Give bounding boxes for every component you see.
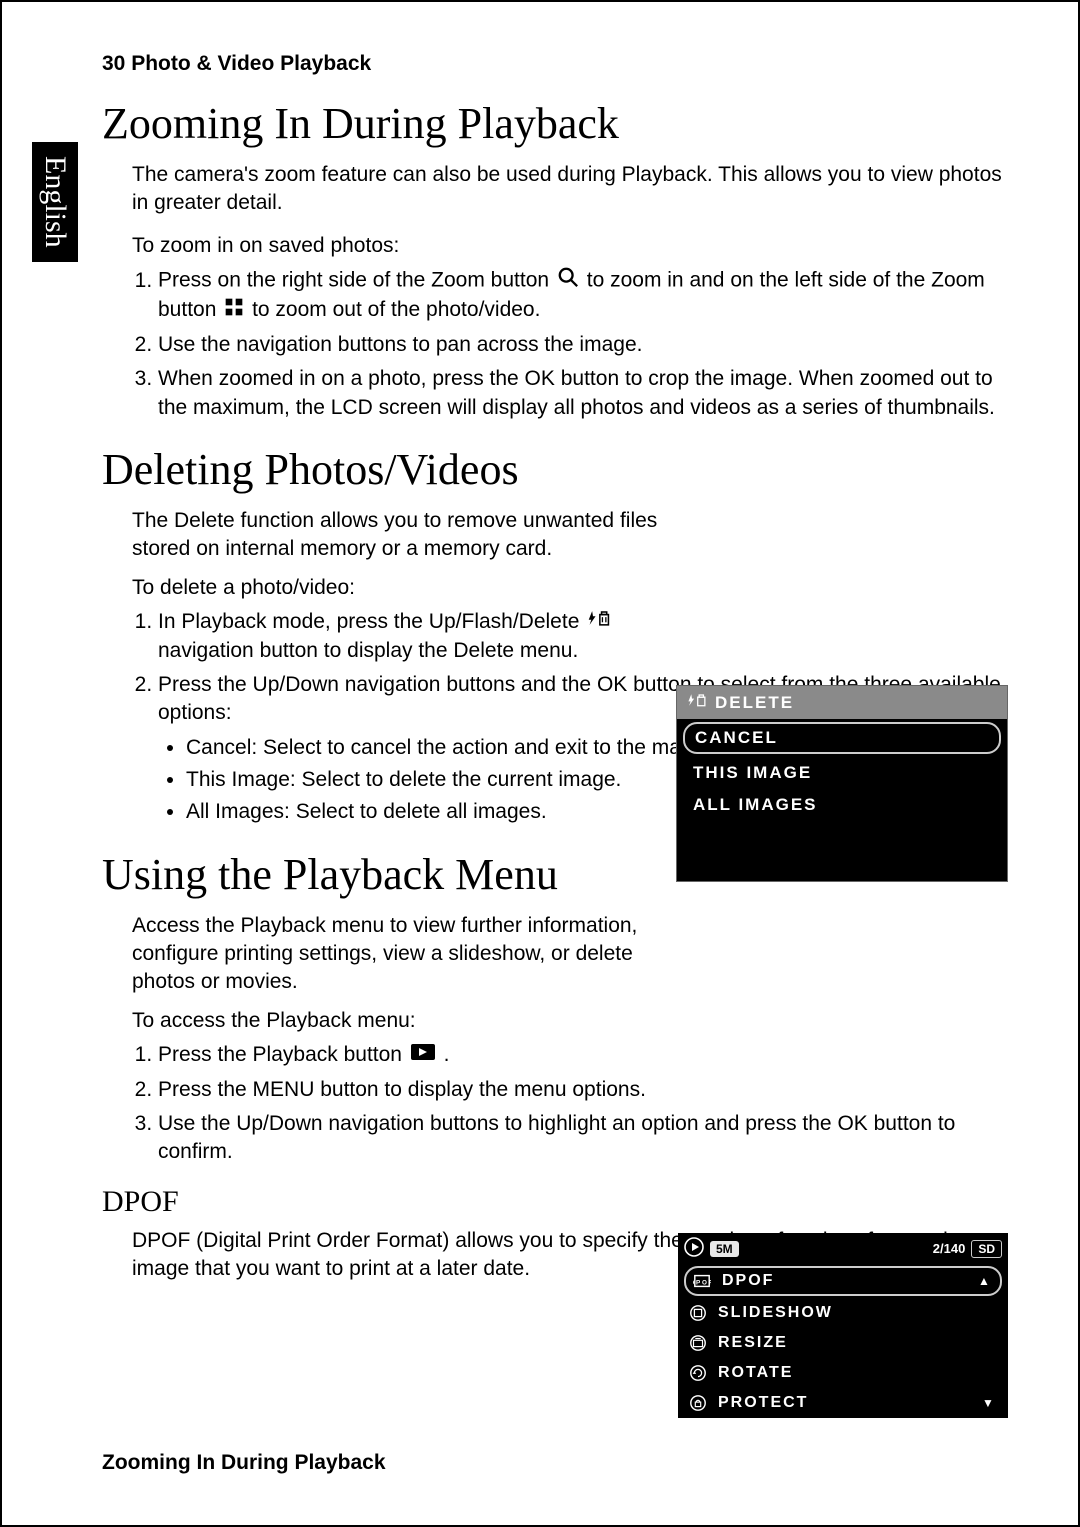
zoom-step-1: Press on the right side of the Zoom butt… bbox=[158, 266, 1008, 325]
protect-icon bbox=[688, 1393, 708, 1413]
magnify-icon bbox=[557, 266, 579, 296]
text: PROTECT bbox=[718, 1394, 808, 1412]
resolution-badge: 5M bbox=[710, 1241, 739, 1257]
heading-zoom: Zooming In During Playback bbox=[102, 98, 1008, 149]
delete-menu-all-images: ALL IMAGES bbox=[677, 789, 1007, 821]
text: DPOF bbox=[722, 1272, 774, 1290]
playback-menu-figure: 5M 2/140 SD DPOF DPOF ▲ SLIDESHOW bbox=[678, 1233, 1008, 1418]
pbmenu-lead: To access the Playback menu: bbox=[132, 1007, 662, 1035]
pb-top-bar: 5M 2/140 SD bbox=[678, 1233, 1008, 1264]
text: Press on the right side of the Zoom butt… bbox=[158, 269, 555, 292]
zoom-intro: The camera's zoom feature can also be us… bbox=[132, 161, 1008, 218]
slideshow-icon bbox=[688, 1303, 708, 1323]
text: ROTATE bbox=[718, 1364, 793, 1382]
zoom-step-2: Use the navigation buttons to pan across… bbox=[158, 331, 1008, 359]
manual-page: English 30 Photo & Video Playback Zoomin… bbox=[0, 0, 1080, 1527]
heading-delete: Deleting Photos/Videos bbox=[102, 444, 1008, 495]
down-arrow-icon: ▼ bbox=[980, 1396, 998, 1410]
play-circle-icon bbox=[684, 1237, 704, 1260]
pb-item-slideshow: SLIDESHOW bbox=[678, 1298, 1008, 1328]
image-counter: 2/140 bbox=[933, 1241, 966, 1256]
zoom-lead: To zoom in on saved photos: bbox=[132, 232, 1008, 260]
delete-menu-figure: DELETE CANCEL THIS IMAGE ALL IMAGES bbox=[676, 685, 1008, 882]
text: RESIZE bbox=[718, 1334, 788, 1352]
flash-trash-icon bbox=[587, 608, 611, 636]
text: . bbox=[444, 1043, 450, 1066]
heading-dpof: DPOF bbox=[102, 1185, 1008, 1219]
resize-icon bbox=[688, 1333, 708, 1353]
delete-menu-cancel: CANCEL bbox=[683, 722, 1001, 754]
dpof-icon: DPOF bbox=[692, 1271, 712, 1291]
rotate-icon bbox=[688, 1363, 708, 1383]
delete-intro: The Delete function allows you to remove… bbox=[132, 507, 662, 564]
text: DELETE bbox=[715, 693, 794, 713]
pb-item-resize: RESIZE bbox=[678, 1328, 1008, 1358]
thumbnails-icon bbox=[224, 297, 244, 325]
delete-menu-header: DELETE bbox=[677, 686, 1007, 719]
pb-item-protect: PROTECT ▼ bbox=[678, 1388, 1008, 1418]
page-header: 30 Photo & Video Playback bbox=[102, 52, 1008, 76]
pbmenu-intro: Access the Playback menu to view further… bbox=[132, 912, 662, 997]
delete-menu-this-image: THIS IMAGE bbox=[677, 757, 1007, 789]
text: SLIDESHOW bbox=[718, 1304, 833, 1322]
text: Press the Playback button bbox=[158, 1043, 408, 1066]
svg-text:DPOF: DPOF bbox=[693, 1280, 711, 1287]
flash-trash-icon bbox=[687, 692, 707, 713]
delete-step-1: In Playback mode, press the Up/Flash/Del… bbox=[158, 608, 662, 665]
text: navigation button to display the Delete … bbox=[158, 639, 578, 662]
sd-badge: SD bbox=[971, 1240, 1002, 1258]
page-footer: Zooming In During Playback bbox=[102, 1451, 386, 1475]
pbmenu-step-3: Use the Up/Down navigation buttons to hi… bbox=[158, 1110, 1008, 1167]
text: In Playback mode, press the Up/Flash/Del… bbox=[158, 610, 585, 633]
pbmenu-step-2: Press the MENU button to display the men… bbox=[158, 1076, 662, 1104]
language-tab: English bbox=[32, 142, 78, 262]
text: to zoom out of the photo/video. bbox=[252, 298, 540, 321]
pb-item-dpof: DPOF DPOF ▲ bbox=[684, 1266, 1002, 1296]
zoom-step-3: When zoomed in on a photo, press the OK … bbox=[158, 365, 1008, 422]
pb-item-rotate: ROTATE bbox=[678, 1358, 1008, 1388]
delete-lead: To delete a photo/video: bbox=[132, 574, 662, 602]
pbmenu-step-1: Press the Playback button . bbox=[158, 1041, 662, 1070]
playback-icon bbox=[410, 1041, 436, 1069]
up-arrow-icon: ▲ bbox=[976, 1274, 994, 1288]
